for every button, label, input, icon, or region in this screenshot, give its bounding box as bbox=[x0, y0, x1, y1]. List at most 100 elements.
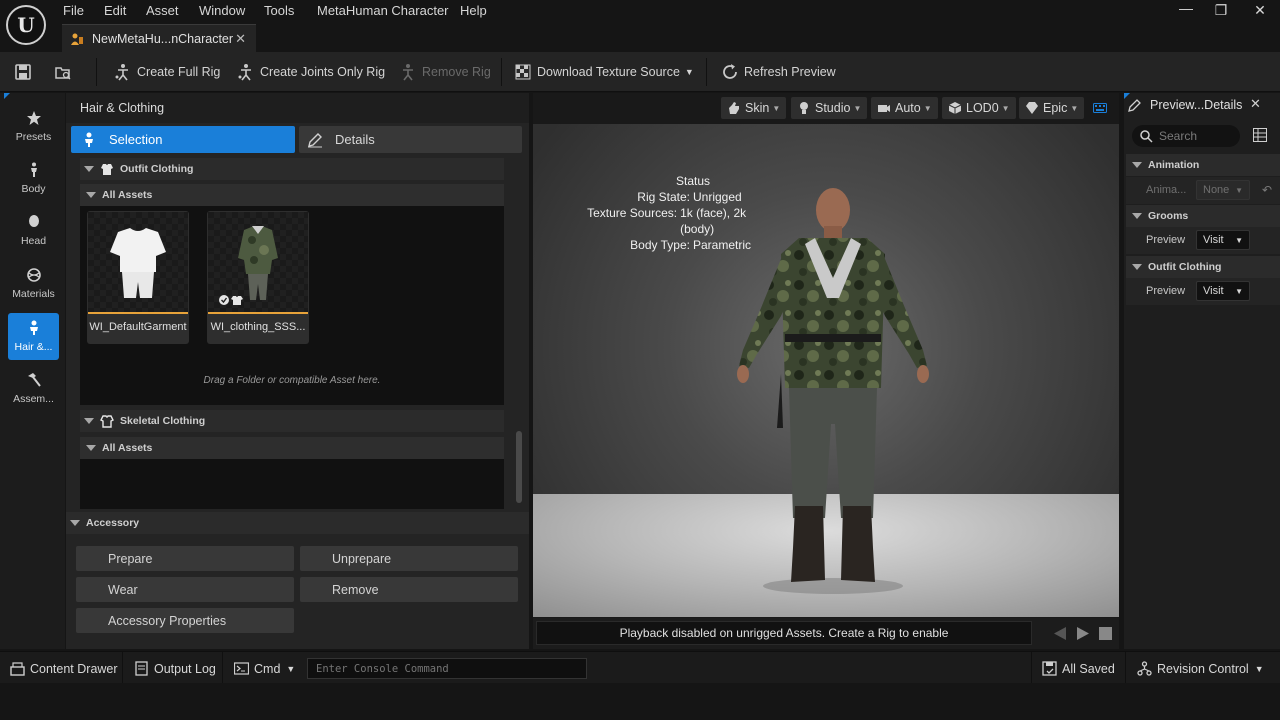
preview-details-tab[interactable]: Preview...Details bbox=[1124, 93, 1256, 117]
outfit-preview-select[interactable]: Visit ▼ bbox=[1196, 281, 1250, 301]
chevron-down-icon: ▼ bbox=[772, 103, 781, 113]
menu-edit[interactable]: Edit bbox=[104, 3, 126, 19]
diamond-icon bbox=[1026, 102, 1038, 114]
animation-select[interactable]: None ▼ bbox=[1196, 180, 1250, 200]
play-backward-icon[interactable] bbox=[1053, 627, 1067, 640]
grooms-value: Visit bbox=[1203, 234, 1224, 246]
skeletal-asset-grid bbox=[80, 459, 504, 509]
refresh-preview-button[interactable]: Refresh Preview bbox=[721, 61, 836, 83]
outfit-clothing-details-section-header[interactable]: Outfit Clothing bbox=[1126, 256, 1280, 278]
close-window-icon[interactable]: ✕ bbox=[1250, 2, 1270, 20]
asset-name: WI_clothing_SSS... bbox=[210, 321, 306, 333]
skeletal-all-assets-header[interactable]: All Assets bbox=[80, 437, 504, 459]
viewport-scene[interactable]: Status Rig State: Unrigged Texture Source… bbox=[533, 124, 1119, 617]
menu-tools[interactable]: Tools bbox=[264, 3, 294, 19]
details-search-input[interactable]: Search bbox=[1132, 125, 1240, 147]
create-full-rig-button[interactable]: Create Full Rig bbox=[114, 61, 220, 83]
tab-selection-label: Selection bbox=[109, 132, 163, 147]
play-forward-icon[interactable] bbox=[1076, 627, 1090, 640]
browse-button[interactable] bbox=[54, 61, 77, 83]
grooms-section-header[interactable]: Grooms bbox=[1126, 205, 1280, 227]
tab-selection[interactable]: Selection bbox=[71, 126, 295, 153]
menu-file[interactable]: File bbox=[63, 3, 84, 19]
skeletal-clothing-section-header[interactable]: Skeletal Clothing bbox=[80, 410, 504, 432]
grooms-row: Preview Visit ▼ bbox=[1126, 227, 1280, 254]
rail-item-presets[interactable]: Presets bbox=[8, 103, 59, 150]
camera-auto-dropdown[interactable]: Auto ▼ bbox=[871, 97, 938, 119]
viewport-toolbar: Skin ▼ Studio ▼ Auto ▼ LOD0 ▼ Epic ▼ bbox=[533, 93, 1119, 124]
revision-control-label: Revision Control bbox=[1157, 661, 1249, 676]
accessory-properties-button[interactable]: Accessory Properties bbox=[76, 608, 294, 633]
minimize-icon[interactable]: — bbox=[1176, 0, 1196, 18]
reset-arrow-icon[interactable]: ↶ bbox=[1262, 183, 1272, 197]
remove-button[interactable]: Remove bbox=[300, 577, 518, 602]
content-drawer-button[interactable]: Content Drawer bbox=[10, 660, 118, 677]
asset-tile-clothing-sss[interactable]: WI_clothing_SSS... bbox=[207, 211, 309, 344]
refresh-icon bbox=[723, 64, 737, 79]
chevron-down-icon: ▼ bbox=[1235, 286, 1243, 296]
cmd-dropdown[interactable]: Cmd ▼ bbox=[234, 660, 295, 677]
left-category-rail: Presets Body Head Materials Hair &... As… bbox=[0, 93, 65, 649]
collapse-arrow-icon bbox=[84, 166, 94, 172]
hand-icon bbox=[729, 102, 739, 114]
menu-asset[interactable]: Asset bbox=[146, 3, 179, 19]
skin-dropdown[interactable]: Skin ▼ bbox=[721, 97, 787, 119]
stop-icon[interactable] bbox=[1099, 627, 1112, 640]
menu-metahuman-character[interactable]: MetaHuman Character bbox=[317, 3, 449, 19]
output-log-button[interactable]: Output Log bbox=[134, 660, 216, 677]
chevron-down-icon: ▼ bbox=[286, 663, 296, 674]
close-tab-icon[interactable]: ✕ bbox=[235, 31, 246, 47]
accessory-section-header[interactable]: Accessory bbox=[66, 512, 529, 534]
create-joints-only-rig-button[interactable]: Create Joints Only Rig bbox=[237, 61, 385, 83]
studio-dropdown[interactable]: Studio ▼ bbox=[791, 97, 868, 119]
rail-item-assembly[interactable]: Assem... bbox=[8, 365, 59, 412]
asset-tile-default-garment[interactable]: WI_DefaultGarment bbox=[87, 211, 189, 344]
rail-label-assembly: Assem... bbox=[13, 393, 54, 405]
metahuman-character-model bbox=[737, 188, 929, 594]
grooms-preview-select[interactable]: Visit ▼ bbox=[1196, 230, 1250, 250]
restore-icon[interactable]: ❐ bbox=[1211, 2, 1231, 20]
revision-control-dropdown[interactable]: Revision Control ▼ bbox=[1137, 660, 1264, 677]
menu-window[interactable]: Window bbox=[199, 3, 245, 19]
rail-item-body[interactable]: Body bbox=[8, 155, 59, 202]
person-icon bbox=[85, 132, 93, 147]
collapse-arrow-icon bbox=[1132, 264, 1142, 270]
save-button[interactable] bbox=[14, 61, 37, 83]
animation-section-header[interactable]: Animation bbox=[1126, 154, 1280, 176]
rail-item-materials[interactable]: Materials bbox=[8, 260, 59, 307]
prepare-button[interactable]: Prepare bbox=[76, 546, 294, 571]
keyboard-icon[interactable] bbox=[1093, 103, 1107, 113]
all-saved-button[interactable]: All Saved bbox=[1042, 660, 1115, 677]
download-texture-source-dropdown[interactable]: Download Texture Source ▼ bbox=[514, 61, 694, 83]
grooms-row-label: Preview bbox=[1146, 234, 1186, 246]
close-panel-icon[interactable]: ✕ bbox=[1250, 96, 1261, 112]
menu-help[interactable]: Help bbox=[460, 3, 487, 19]
rail-item-head[interactable]: Head bbox=[8, 207, 59, 254]
panel-scrollbar[interactable] bbox=[516, 431, 522, 503]
preview-details-panel: Preview...Details ✕ Search Animation Ani… bbox=[1124, 93, 1280, 649]
camera-icon bbox=[878, 105, 890, 112]
view-options-grid-icon[interactable] bbox=[1253, 128, 1267, 142]
asset-name: WI_DefaultGarment bbox=[89, 321, 187, 333]
remove-rig-button[interactable]: Remove Rig bbox=[399, 61, 491, 83]
character-viewport[interactable]: Skin ▼ Studio ▼ Auto ▼ LOD0 ▼ Epic ▼ Status R… bbox=[533, 93, 1119, 649]
console-command-input[interactable] bbox=[307, 658, 587, 679]
lod-dropdown[interactable]: LOD0 ▼ bbox=[942, 97, 1016, 119]
tab-details[interactable]: Details bbox=[299, 126, 522, 153]
rail-label-materials: Materials bbox=[12, 288, 55, 300]
hair-clothing-panel: Hair & Clothing Selection Details Outfit… bbox=[66, 93, 529, 649]
wear-button[interactable]: Wear bbox=[76, 577, 294, 602]
unprepare-button[interactable]: Unprepare bbox=[300, 546, 518, 571]
outfit-clothing-section-header[interactable]: Outfit Clothing bbox=[80, 158, 504, 180]
all-saved-label: All Saved bbox=[1062, 661, 1115, 676]
cmd-label: Cmd bbox=[254, 661, 281, 676]
rail-item-hair-clothing[interactable]: Hair &... bbox=[8, 313, 59, 360]
unreal-logo[interactable]: U bbox=[6, 5, 46, 45]
outfit-all-assets-header[interactable]: All Assets bbox=[80, 184, 504, 206]
lod-label: LOD0 bbox=[966, 101, 999, 115]
outfit-row-label: Preview bbox=[1146, 285, 1186, 297]
remove-rig-icon bbox=[403, 64, 413, 81]
document-tab[interactable]: NewMetaHu...nCharacter ✕ bbox=[62, 24, 256, 52]
quality-dropdown[interactable]: Epic ▼ bbox=[1019, 97, 1085, 119]
lightbulb-icon bbox=[800, 102, 808, 114]
